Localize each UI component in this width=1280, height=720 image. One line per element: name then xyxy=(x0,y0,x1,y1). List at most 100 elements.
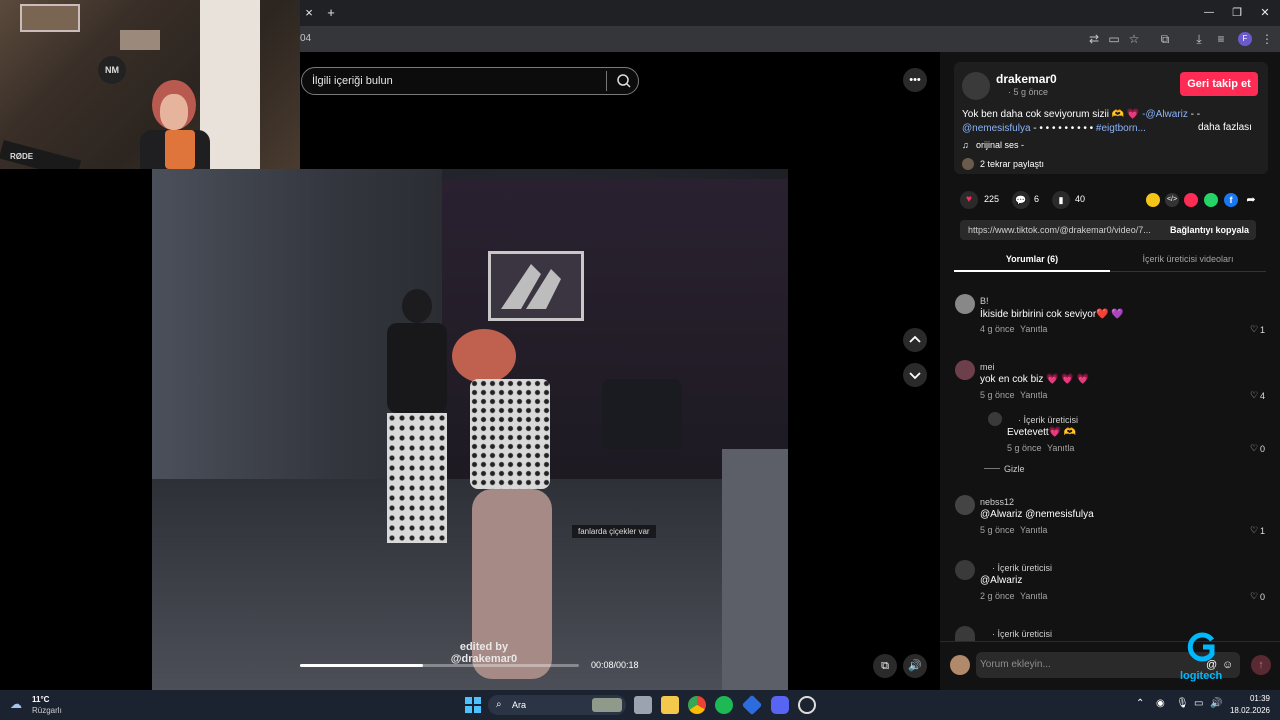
taskbar-search-icon: ⌕ xyxy=(496,699,502,710)
send-comment-icon[interactable]: ↑ xyxy=(1251,655,1271,675)
embed-icon[interactable]: </> xyxy=(1165,193,1179,207)
clock-date[interactable]: 18.02.2026 xyxy=(1226,706,1270,715)
network-icon[interactable]: ▭ xyxy=(1194,698,1203,709)
reply-button[interactable]: Yanıtla xyxy=(1047,443,1074,453)
creator-avatar[interactable] xyxy=(955,560,975,580)
creator-badge[interactable]: · İçerik üreticisi xyxy=(1018,415,1078,425)
commenter-avatar[interactable] xyxy=(955,360,975,380)
search-input[interactable]: İlgili içeriği bulun xyxy=(312,68,393,94)
facebook-icon[interactable]: f xyxy=(1224,193,1238,207)
taskbar-search[interactable]: ⌕ Ara xyxy=(488,695,626,715)
comment-icon[interactable]: 💬 xyxy=(1012,191,1030,209)
profile-avatar[interactable]: F xyxy=(1238,32,1252,46)
video-progress-track[interactable] xyxy=(300,664,579,667)
menu-dots-icon[interactable]: ⋮ xyxy=(1256,26,1278,52)
bookmark-icon[interactable]: ▮ xyxy=(1052,191,1070,209)
share-arrow-icon[interactable]: ➦ xyxy=(1244,193,1258,207)
comment-author[interactable]: nebss12 xyxy=(980,497,1014,507)
share-url[interactable]: https://www.tiktok.com/@drakemar0/video/… xyxy=(968,220,1151,240)
bookmark-star-icon[interactable]: ☆ xyxy=(1123,26,1145,52)
app-icon[interactable] xyxy=(798,696,816,714)
author-avatar[interactable] xyxy=(962,72,990,100)
tray-chevron-icon[interactable]: ⌃ xyxy=(1136,698,1144,709)
tab-comments[interactable]: Yorumlar (6) xyxy=(954,248,1110,272)
reply-button[interactable]: Yanıtla xyxy=(1020,324,1047,334)
creator-badge[interactable]: · İçerik üreticisi xyxy=(992,629,1052,639)
more-options-icon[interactable]: ••• xyxy=(903,68,927,92)
comment-like-count: 1 xyxy=(1260,325,1266,335)
comment-input-placeholder[interactable]: Yorum ekleyin... xyxy=(980,652,1051,678)
comment-like-icon[interactable]: ♡ xyxy=(1250,443,1258,454)
discord-icon[interactable] xyxy=(771,696,789,714)
comment-like-count: 0 xyxy=(1260,592,1266,602)
emoji-icon[interactable]: ☺ xyxy=(1222,652,1233,678)
previous-video-button[interactable] xyxy=(903,328,927,352)
close-window-button[interactable]: ✕ xyxy=(1252,0,1278,26)
commenter-avatar[interactable] xyxy=(955,495,975,515)
cast-icon[interactable]: ▭ xyxy=(1103,26,1125,52)
comment-time: 4 g önce xyxy=(980,324,1015,334)
search-box[interactable]: İlgili içeriği bulun xyxy=(301,67,639,95)
commenter-avatar[interactable] xyxy=(955,294,975,314)
follow-back-button[interactable]: Geri takip et xyxy=(1180,72,1258,96)
comment-like-icon[interactable]: ♡ xyxy=(1250,390,1258,401)
comment-like-icon[interactable]: ♡ xyxy=(1250,591,1258,602)
sound-name[interactable]: orijinal ses - xyxy=(976,140,1024,150)
new-tab-button[interactable]: + xyxy=(318,0,344,26)
task-view-icon[interactable] xyxy=(634,696,652,714)
download-icon[interactable]: ⤓ xyxy=(1188,26,1210,52)
volume-tray-icon[interactable]: 🔊 xyxy=(1210,698,1222,709)
copy-link-button[interactable]: Bağlantıyı kopyala xyxy=(1170,220,1249,240)
comment-author[interactable]: B! xyxy=(980,296,989,306)
mention-link[interactable]: -@Alwariz xyxy=(1142,109,1188,120)
weather-icon[interactable]: ☁ xyxy=(10,697,22,711)
hide-replies-button[interactable]: Gizle xyxy=(1004,464,1025,474)
tray-app-icon[interactable]: ◉ xyxy=(1156,698,1165,709)
url-text[interactable]: 04 xyxy=(300,26,311,52)
creator-badge[interactable]: · İçerik üreticisi xyxy=(992,563,1052,573)
desc-text: - - xyxy=(1187,109,1201,120)
minimize-button[interactable]: — xyxy=(1196,0,1222,26)
extensions-icon[interactable]: ⧉ xyxy=(1154,26,1176,52)
coin-icon[interactable] xyxy=(1146,193,1160,207)
read-more-link[interactable]: daha fazlası xyxy=(1198,122,1252,133)
reply-button[interactable]: Yanıtla xyxy=(1020,525,1047,535)
next-video-button[interactable] xyxy=(903,363,927,387)
comment-author[interactable]: mei xyxy=(980,362,995,372)
maximize-button[interactable]: ❐ xyxy=(1224,0,1250,26)
search-icon[interactable] xyxy=(614,71,634,91)
hide-divider xyxy=(984,468,1000,469)
mic-tray-icon[interactable]: 🎙 xyxy=(1176,698,1189,709)
file-explorer-icon[interactable] xyxy=(661,696,679,714)
spotify-icon[interactable] xyxy=(715,696,733,714)
windows-start-icon[interactable] xyxy=(465,697,481,713)
volume-icon[interactable]: 🔊 xyxy=(903,654,927,678)
author-username[interactable]: drakemar0 xyxy=(996,72,1057,86)
send-icon[interactable] xyxy=(1184,193,1198,207)
media-icon[interactable]: ≡ xyxy=(1210,26,1232,52)
app-icon[interactable] xyxy=(741,694,763,716)
translate-icon[interactable]: ⇄ xyxy=(1083,26,1105,52)
mention-link[interactable]: @nemesisfulya xyxy=(962,123,1031,134)
like-icon[interactable]: ♥ xyxy=(960,191,978,209)
miniplayer-icon[interactable]: ⧉ xyxy=(873,654,897,678)
reply-button[interactable]: Yanıtla xyxy=(1020,591,1047,601)
comment-like-icon[interactable]: ♡ xyxy=(1250,324,1258,335)
weather-temp[interactable]: 11°C xyxy=(32,695,49,704)
comment-like-icon[interactable]: ♡ xyxy=(1250,525,1258,536)
video-player[interactable]: fanlarda çiçekler var edited by @drakema… xyxy=(152,169,788,690)
video-watermark: edited by @drakemar0 xyxy=(434,641,534,665)
mic-brand: RØDE xyxy=(10,152,34,161)
reply-button[interactable]: Yanıtla xyxy=(1020,390,1047,400)
hashtag-link[interactable]: #eigtborn... xyxy=(1096,123,1146,134)
repost-count[interactable]: 2 tekrar paylaştı xyxy=(980,159,1044,169)
post-side-panel: drakemar0 · 5 g önce Geri takip et Yok b… xyxy=(940,52,1280,690)
creator-avatar[interactable] xyxy=(988,412,1002,426)
user-avatar[interactable] xyxy=(950,655,970,675)
tab-creator-videos[interactable]: İçerik üreticisi videoları xyxy=(1110,248,1266,272)
creator-avatar[interactable] xyxy=(955,626,975,642)
whatsapp-icon[interactable] xyxy=(1204,193,1218,207)
clock-time[interactable]: 01:39 xyxy=(1240,694,1270,703)
chrome-icon[interactable] xyxy=(688,696,706,714)
video-time: 00:08/00:18 xyxy=(591,660,639,670)
